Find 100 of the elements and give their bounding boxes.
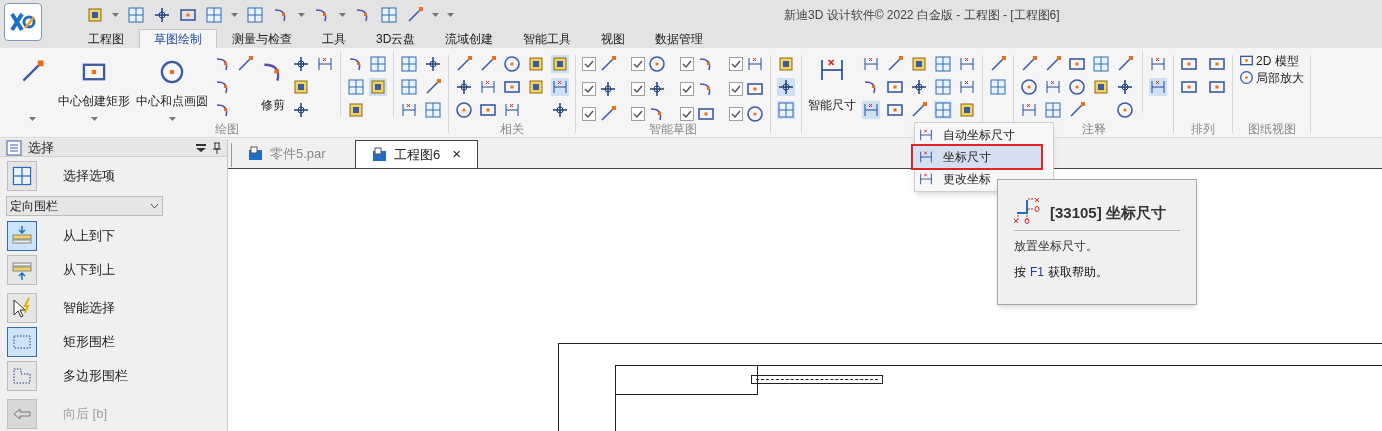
grid-icon[interactable] <box>934 101 952 119</box>
ribbon-tab[interactable]: 3D云盘 <box>361 29 431 48</box>
sheet-view-button[interactable]: 局部放大 <box>1239 70 1304 85</box>
grid-icon[interactable] <box>369 55 387 73</box>
select-mode-button[interactable] <box>7 221 37 251</box>
crosshair-icon[interactable] <box>551 101 569 119</box>
rectangle-tool-icon[interactable] <box>503 78 521 96</box>
line-tool-icon[interactable] <box>1020 55 1038 73</box>
rectangle-tool-icon[interactable] <box>697 105 715 123</box>
large-tool-button[interactable]: 中心创建矩形 <box>58 51 130 123</box>
line-tool-icon[interactable] <box>1044 55 1062 73</box>
rectangle-tool-icon[interactable] <box>1208 55 1226 73</box>
crosshair-icon[interactable] <box>599 80 617 98</box>
checkbox[interactable] <box>582 107 596 121</box>
ribbon-tab[interactable]: 工具 <box>307 29 361 48</box>
dimension-icon[interactable] <box>479 78 497 96</box>
circle-tool-icon[interactable] <box>648 55 666 73</box>
caret-icon[interactable] <box>231 13 238 17</box>
grid-icon[interactable] <box>127 6 145 24</box>
dimension-icon[interactable] <box>1044 78 1062 96</box>
line-tool-icon[interactable] <box>406 6 424 24</box>
caret-icon[interactable] <box>168 117 176 121</box>
checkbox[interactable] <box>729 57 743 71</box>
grid-icon[interactable] <box>1044 101 1062 119</box>
ribbon-tab[interactable]: 数据管理 <box>640 29 719 48</box>
square-icon[interactable] <box>958 101 976 119</box>
square-icon[interactable] <box>347 101 365 119</box>
dimension-icon[interactable] <box>1020 101 1038 119</box>
dimension-icon[interactable] <box>862 101 880 119</box>
document-tab[interactable]: 工程图6 × <box>355 140 478 168</box>
rectangle-tool-icon[interactable] <box>1239 53 1254 68</box>
dimension-icon[interactable] <box>1149 78 1167 96</box>
grid-icon[interactable] <box>205 6 223 24</box>
circle-tool-icon[interactable] <box>746 105 764 123</box>
ribbon-tab[interactable]: 测量与检查 <box>217 29 307 48</box>
dimension-icon[interactable] <box>918 149 934 165</box>
select-mode-button[interactable] <box>7 327 37 357</box>
square-icon[interactable] <box>292 78 310 96</box>
grid-icon[interactable] <box>424 101 442 119</box>
dimension-icon[interactable] <box>1149 55 1167 73</box>
ribbon-tab[interactable]: 视图 <box>586 29 641 48</box>
square-icon[interactable] <box>369 78 387 96</box>
crosshair-icon[interactable] <box>424 55 442 73</box>
sheet-view-button[interactable]: 2D 模型 <box>1239 53 1304 68</box>
circle-tool-icon[interactable] <box>1020 78 1038 96</box>
caret-icon[interactable] <box>112 13 119 17</box>
circle-tool-icon[interactable] <box>1068 78 1086 96</box>
smart-dimension-button[interactable]: 智能尺寸 <box>808 51 856 111</box>
line-tool-icon[interactable] <box>236 55 254 73</box>
crosshair-icon[interactable] <box>292 55 310 73</box>
checkbox[interactable] <box>631 57 645 71</box>
square-icon[interactable] <box>910 55 928 73</box>
line-tool-icon[interactable] <box>989 55 1007 73</box>
ribbon-tab[interactable]: 智能工具 <box>508 29 587 48</box>
caret-icon[interactable] <box>90 117 98 121</box>
caret-icon[interactable] <box>339 13 346 17</box>
dimension-icon[interactable] <box>746 55 764 73</box>
line-tool-icon[interactable] <box>455 55 473 73</box>
rectangle-tool-icon[interactable] <box>746 80 764 98</box>
rectangle-tool-icon[interactable] <box>886 101 904 119</box>
line-tool-icon[interactable] <box>910 101 928 119</box>
grid-icon[interactable] <box>1092 55 1110 73</box>
large-tool-button[interactable]: 修剪 <box>260 51 286 111</box>
line-tool-icon[interactable] <box>886 55 904 73</box>
checkbox[interactable] <box>631 82 645 96</box>
rectangle-tool-icon[interactable] <box>1180 55 1198 73</box>
line-tool-icon[interactable] <box>1116 55 1134 73</box>
crosshair-icon[interactable] <box>292 101 310 119</box>
crosshair-icon[interactable] <box>910 78 928 96</box>
rectangle-tool-icon[interactable] <box>1208 78 1226 96</box>
circle-tool-icon[interactable] <box>455 101 473 119</box>
checkbox[interactable] <box>680 107 694 121</box>
checkbox[interactable] <box>631 107 645 121</box>
ribbon-tab[interactable]: 草图绘制 <box>139 29 217 48</box>
crosshair-icon[interactable] <box>153 6 171 24</box>
dimension-icon[interactable] <box>918 171 934 187</box>
crosshair-icon[interactable] <box>455 78 473 96</box>
grid-icon[interactable] <box>246 6 264 24</box>
app-logo-button[interactable] <box>4 3 42 41</box>
checkbox[interactable] <box>680 82 694 96</box>
checkbox[interactable] <box>582 57 596 71</box>
grid-icon[interactable] <box>777 101 795 119</box>
line-tool-icon[interactable] <box>599 55 617 73</box>
fence-dropdown[interactable]: 定向围栏 <box>6 196 163 216</box>
grid-icon[interactable] <box>347 78 365 96</box>
dimension-icon[interactable] <box>503 101 521 119</box>
ribbon-tab[interactable]: 流域创建 <box>430 29 509 48</box>
dimension-icon[interactable] <box>400 101 418 119</box>
caret-icon[interactable] <box>447 13 454 17</box>
select-mode-button[interactable] <box>7 293 37 323</box>
square-icon[interactable] <box>86 6 104 24</box>
dimension-icon[interactable] <box>918 127 934 143</box>
checkbox[interactable] <box>729 82 743 96</box>
circle-tool-icon[interactable] <box>159 59 185 85</box>
line-tool-icon[interactable] <box>479 55 497 73</box>
circle-tool-icon[interactable] <box>503 55 521 73</box>
circle-tool-icon[interactable] <box>1116 101 1134 119</box>
crosshair-icon[interactable] <box>1116 78 1134 96</box>
square-icon[interactable] <box>777 55 795 73</box>
crosshair-icon[interactable] <box>648 80 666 98</box>
